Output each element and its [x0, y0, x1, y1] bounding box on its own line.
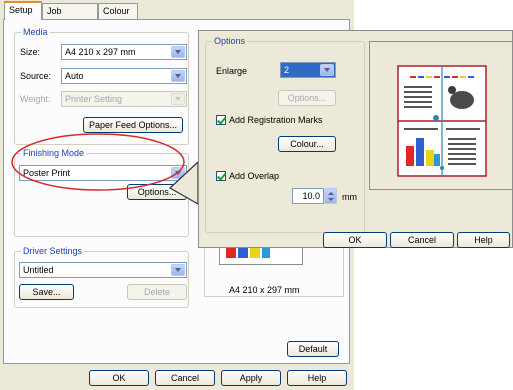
- poster-preview-image: [397, 65, 487, 177]
- colour-button[interactable]: Colour...: [278, 136, 336, 152]
- enlarge-select[interactable]: 2: [280, 62, 336, 78]
- add-overlap-checkbox[interactable]: [216, 171, 226, 181]
- size-select-value: A4 210 x 297 mm: [65, 47, 136, 57]
- default-button[interactable]: Default: [287, 341, 339, 357]
- chevron-down-icon[interactable]: [171, 264, 185, 276]
- weight-label: Weight:: [20, 94, 51, 104]
- chevron-down-icon[interactable]: [171, 70, 185, 82]
- driver-settings-value: Untitled: [23, 265, 54, 275]
- add-overlap-label: Add Overlap: [229, 171, 280, 181]
- spin-up-icon[interactable]: [328, 192, 334, 195]
- driver-settings-title: Driver Settings: [21, 246, 85, 256]
- cancel-button[interactable]: Cancel: [155, 370, 215, 386]
- dialog-ok-button[interactable]: OK: [323, 232, 387, 248]
- enlarge-options-button: Options...: [278, 90, 336, 106]
- media-group: Media Size: A4 210 x 297 mm Source: Auto…: [14, 27, 189, 145]
- save-settings-button[interactable]: Save...: [19, 284, 74, 300]
- chevron-down-icon[interactable]: [320, 64, 334, 76]
- poster-preview-panel: [369, 41, 513, 190]
- preview-page-size: A4 210 x 297 mm: [229, 285, 300, 295]
- weight-select-value: Printer Setting: [65, 94, 123, 104]
- overlap-input[interactable]: 10.0: [292, 188, 324, 204]
- enlarge-label: Enlarge: [216, 66, 248, 76]
- weight-select: Printer Setting: [61, 91, 187, 107]
- dialog-help-button[interactable]: Help: [457, 232, 510, 248]
- chevron-down-icon[interactable]: [171, 46, 185, 58]
- overlap-spinner[interactable]: [324, 188, 337, 204]
- enlarge-value: 2: [284, 65, 290, 75]
- spin-down-icon[interactable]: [328, 198, 334, 201]
- tab-job-options[interactable]: Job Options: [42, 3, 98, 30]
- tab-colour[interactable]: Colour: [98, 3, 138, 19]
- size-label: Size:: [20, 47, 41, 57]
- tab-setup[interactable]: Setup: [4, 1, 42, 20]
- source-select-value: Auto: [65, 71, 84, 81]
- driver-settings-select[interactable]: Untitled: [19, 262, 187, 278]
- dialog-cancel-button[interactable]: Cancel: [390, 232, 454, 248]
- registration-marks-checkbox[interactable]: [216, 115, 226, 125]
- delete-settings-button: Delete: [127, 284, 187, 300]
- registration-marks-label: Add Registration Marks: [229, 115, 323, 125]
- source-label: Source:: [20, 71, 52, 81]
- media-group-title: Media: [21, 27, 50, 37]
- options-group: Options Enlarge 2 Options... Add Registr…: [205, 36, 365, 233]
- driver-settings-group: Driver Settings Untitled Save... Delete: [14, 246, 189, 308]
- chevron-down-icon: [171, 93, 185, 105]
- ok-button[interactable]: OK: [89, 370, 149, 386]
- help-button[interactable]: Help: [287, 370, 347, 386]
- options-group-title: Options: [212, 36, 248, 46]
- size-select[interactable]: A4 210 x 297 mm: [61, 44, 187, 60]
- overlap-unit: mm: [342, 192, 357, 202]
- apply-button[interactable]: Apply: [221, 370, 281, 386]
- source-select[interactable]: Auto: [61, 68, 187, 84]
